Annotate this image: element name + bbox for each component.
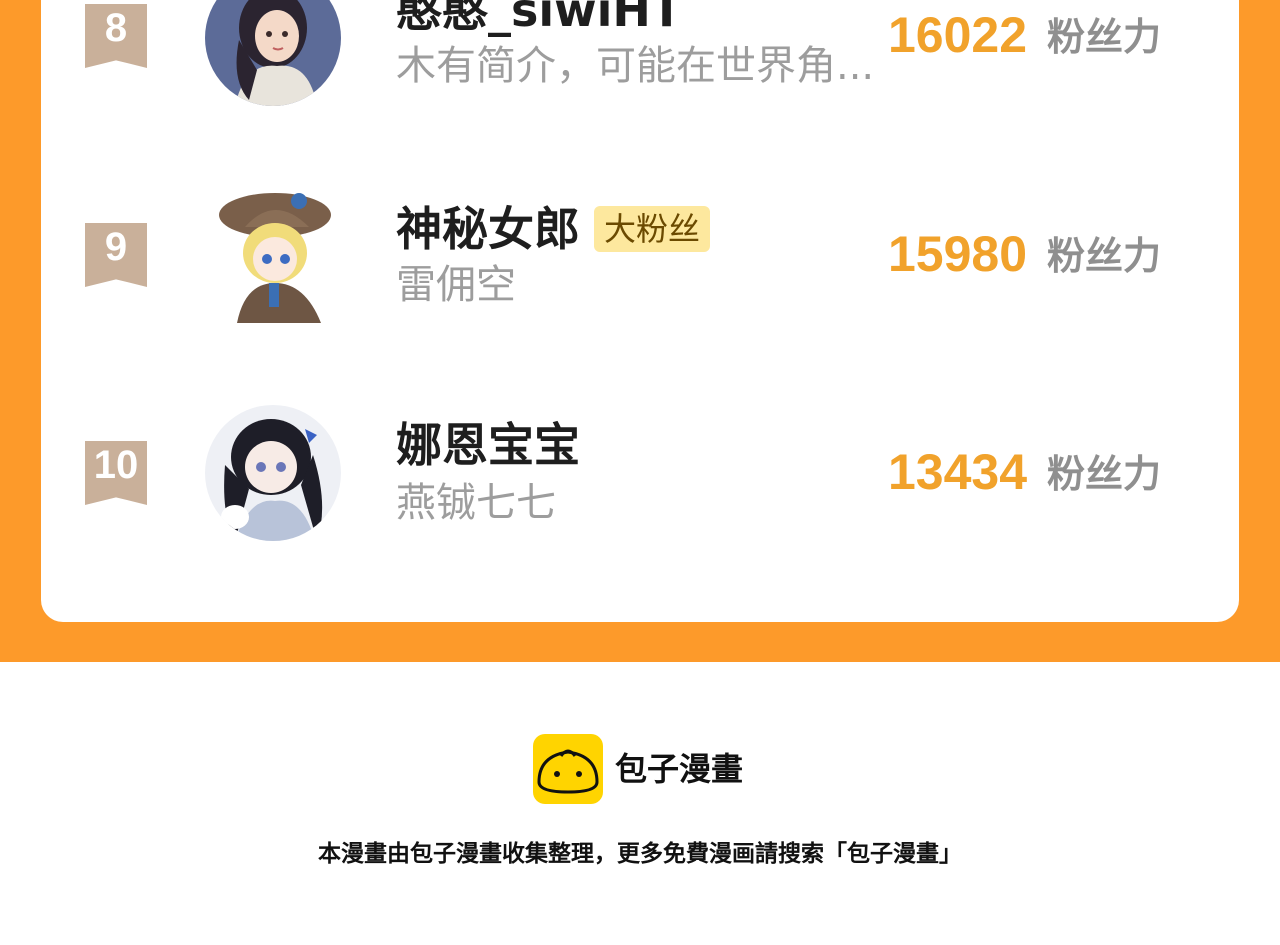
- fan-power-unit: 粉丝力: [1047, 452, 1162, 496]
- fan-power-score: 15980: [888, 226, 1028, 282]
- rank-ribbon: 8: [85, 4, 147, 68]
- fan-power-score: 16022: [888, 7, 1028, 63]
- bun-logo-icon: [533, 734, 603, 804]
- anime-girl-bunny-avatar[interactable]: [205, 405, 341, 541]
- fan-power-score: 13434: [888, 444, 1028, 500]
- rank-ribbon: 9: [85, 223, 147, 287]
- fan-power-unit: 粉丝力: [1047, 234, 1162, 278]
- user-name[interactable]: 娜恩宝宝: [396, 419, 580, 471]
- fan-power-unit: 粉丝力: [1047, 15, 1162, 59]
- user-name[interactable]: 憨憨_siwiHT: [396, 0, 682, 36]
- user-name-text[interactable]: 神秘女郎: [396, 202, 580, 256]
- source-note: 本漫畫由包子漫畫收集整理，更多免費漫画請搜索「包子漫畫」: [318, 841, 962, 867]
- brand-name: 包子漫畫: [615, 750, 744, 788]
- girl-portrait-avatar[interactable]: [205, 0, 341, 106]
- ranking-row-9[interactable]: 9 神秘女郎 大粉丝 雷佣空 15980 粉丝力: [0, 187, 1280, 347]
- super-fan-badge: 大粉丝: [594, 205, 711, 252]
- ranking-row-10[interactable]: 10 娜恩宝宝 燕铖七七 13434 粉丝力: [0, 405, 1280, 565]
- detective-girl-avatar[interactable]: [205, 187, 341, 323]
- user-description: 雷佣空: [396, 262, 516, 308]
- user-description: 木有简介，可能在世界角...: [396, 43, 875, 89]
- user-description: 燕铖七七: [396, 480, 556, 526]
- rank-ribbon: 10: [85, 441, 147, 505]
- ranking-row-8[interactable]: 8 憨憨_siwiHT 木有简介，可能在世界角... 16022 粉丝力: [0, 0, 1280, 130]
- user-name[interactable]: 神秘女郎 大粉丝: [396, 202, 711, 256]
